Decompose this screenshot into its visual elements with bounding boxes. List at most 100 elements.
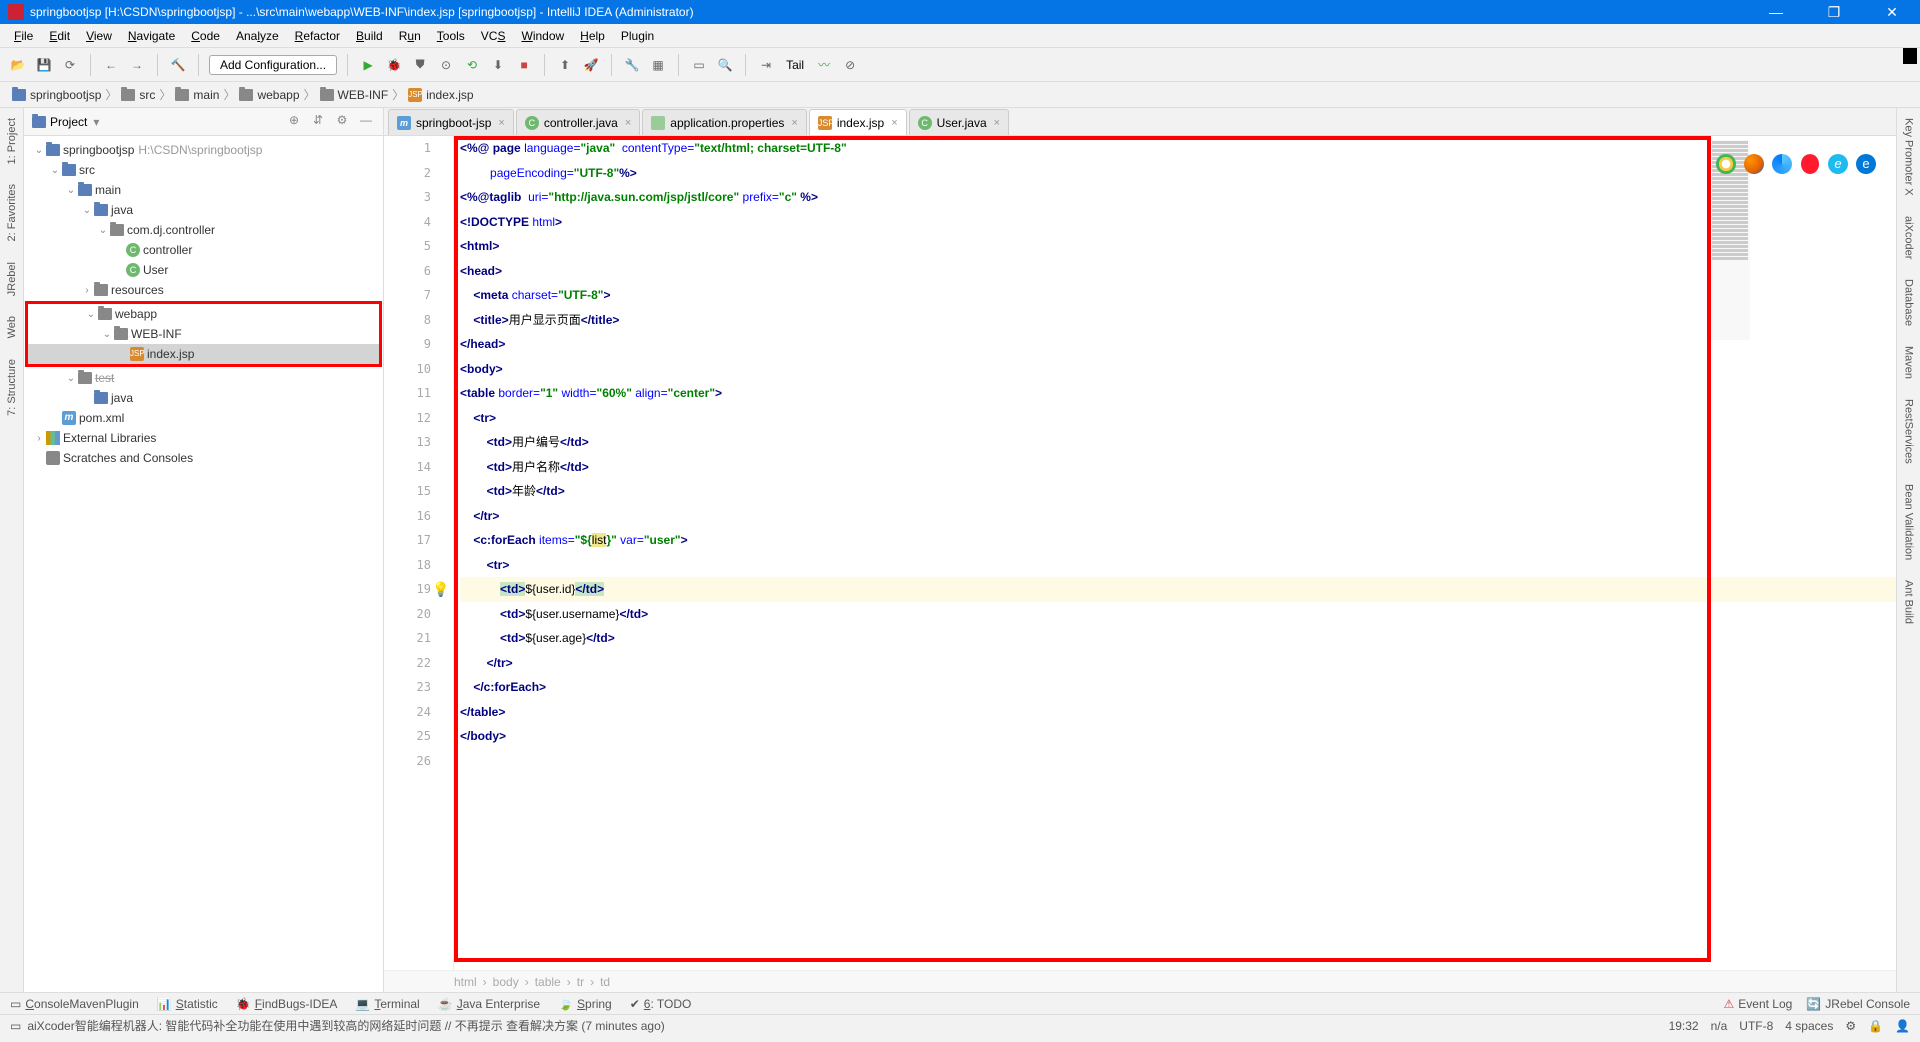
bottom-Java-Enterprise[interactable]: ☕Java Enterprise [438, 997, 540, 1011]
safari-icon[interactable] [1772, 154, 1792, 174]
forward-icon[interactable]: → [127, 55, 147, 75]
menu-file[interactable]: File [8, 27, 39, 45]
debug-icon[interactable]: 🐞 [384, 55, 404, 75]
tab-index.jsp[interactable]: JSPindex.jsp× [809, 109, 907, 135]
menu-code[interactable]: Code [185, 27, 226, 45]
maximize-button[interactable]: ❐ [1814, 4, 1854, 21]
gear-icon[interactable]: ⚙ [1845, 1019, 1856, 1033]
tab-application.properties[interactable]: application.properties× [642, 109, 807, 135]
code-crumb-body[interactable]: body [493, 975, 519, 989]
firefox-icon[interactable] [1744, 154, 1764, 174]
intention-bulb-icon[interactable]: 💡 [432, 581, 448, 597]
menu-navigate[interactable]: Navigate [122, 27, 181, 45]
right-tab-RestServices[interactable]: RestServices [1903, 389, 1915, 474]
bottom-ConsoleMavenPlugin[interactable]: ▭ConsoleMavenPlugin [10, 997, 139, 1011]
code-lines[interactable]: <%@ page language="java" contentType="te… [460, 136, 1896, 970]
bottom-6-TODO[interactable]: ✔6: TODO [630, 997, 692, 1011]
right-tab-Ant-Build[interactable]: Ant Build [1903, 570, 1915, 634]
tab-close-icon[interactable]: × [625, 117, 631, 129]
bottom-Event-Log[interactable]: ⚠Event Log [1724, 997, 1793, 1011]
back-icon[interactable]: ← [101, 55, 121, 75]
menu-edit[interactable]: Edit [43, 27, 76, 45]
tree-item-controller[interactable]: Ccontroller [24, 240, 383, 260]
menu-window[interactable]: Window [515, 27, 570, 45]
block-icon[interactable]: ⊘ [840, 55, 860, 75]
chrome-icon[interactable] [1716, 154, 1736, 174]
tree-item-User[interactable]: CUser [24, 260, 383, 280]
tab-User.java[interactable]: CUser.java× [909, 109, 1009, 135]
settings-icon[interactable]: ⚙ [333, 113, 351, 131]
right-tab-aiXcoder[interactable]: aiXcoder [1903, 206, 1915, 269]
wrench-icon[interactable]: 🔧 [622, 55, 642, 75]
rocket-icon[interactable]: 🚀 [581, 55, 601, 75]
status-encoding[interactable]: UTF-8 [1739, 1019, 1773, 1033]
tab-close-icon[interactable]: × [994, 117, 1000, 129]
code-crumb-tr[interactable]: tr [577, 975, 584, 989]
stop-icon[interactable]: ■ [514, 55, 534, 75]
menu-tools[interactable]: Tools [431, 27, 471, 45]
save-icon[interactable]: 💾 [34, 55, 54, 75]
menu-plugin[interactable]: Plugin [615, 27, 660, 45]
ie-icon[interactable]: e [1828, 154, 1848, 174]
right-tab-Bean-Validation[interactable]: Bean Validation [1903, 474, 1915, 570]
rerun-icon[interactable]: ⟲ [462, 55, 482, 75]
tab-springboot-jsp[interactable]: mspringboot-jsp× [388, 109, 514, 135]
menu-refactor[interactable]: Refactor [289, 27, 346, 45]
pulse-icon[interactable]: 〰 [814, 55, 834, 75]
tree-item-src[interactable]: ⌄src [24, 160, 383, 180]
collapse-icon[interactable]: ⇵ [309, 113, 327, 131]
left-tab-Web[interactable]: Web [6, 306, 18, 348]
edge-icon[interactable]: e [1856, 154, 1876, 174]
right-tab-Key-Promoter-X[interactable]: Key Promoter X [1903, 108, 1915, 206]
menu-vcs[interactable]: VCS [475, 27, 512, 45]
chevron-down-icon[interactable]: ▾ [93, 115, 99, 129]
left-tab-1-Project[interactable]: 1: Project [6, 108, 18, 174]
bottom-Terminal[interactable]: 💻Terminal [355, 997, 419, 1011]
code-editor[interactable]: 1234567891011121314151617181920212223242… [384, 136, 1896, 970]
breadcrumb-webapp[interactable]: webapp [237, 88, 301, 102]
left-tab-2-Favorites[interactable]: 2: Favorites [6, 174, 18, 251]
deploy-icon[interactable]: ⬆ [555, 55, 575, 75]
tree-item-Scratches and Consoles[interactable]: Scratches and Consoles [24, 448, 383, 468]
hammer-icon[interactable]: 🔨 [168, 55, 188, 75]
tab-close-icon[interactable]: × [891, 117, 897, 129]
code-crumb-table[interactable]: table [535, 975, 561, 989]
status-indent[interactable]: 4 spaces [1785, 1019, 1833, 1033]
locate-icon[interactable]: ⊕ [285, 113, 303, 131]
breadcrumb-WEB-INF[interactable]: WEB-INF [318, 88, 391, 102]
refresh-icon[interactable]: ⟳ [60, 55, 80, 75]
code-crumb-td[interactable]: td [600, 975, 610, 989]
right-tab-Database[interactable]: Database [1903, 269, 1915, 336]
tree-item-External Libraries[interactable]: ›External Libraries [24, 428, 383, 448]
menu-run[interactable]: Run [393, 27, 427, 45]
bottom-Spring[interactable]: 🍃Spring [558, 997, 612, 1011]
menu-build[interactable]: Build [350, 27, 389, 45]
right-tab-Maven[interactable]: Maven [1903, 336, 1915, 389]
close-button[interactable]: ✕ [1872, 4, 1912, 21]
shell-icon[interactable]: ▭ [689, 55, 709, 75]
add-configuration-button[interactable]: Add Configuration... [209, 55, 337, 75]
bottom-Statistic[interactable]: 📊Statistic [157, 997, 218, 1011]
tree-item-resources[interactable]: ›resources [24, 280, 383, 300]
search-icon[interactable]: 🔍 [715, 55, 735, 75]
open-icon[interactable]: 📂 [8, 55, 28, 75]
lock-icon[interactable]: 🔒 [1868, 1019, 1883, 1033]
left-tab-JRebel[interactable]: JRebel [6, 252, 18, 306]
tree-item-WEB-INF[interactable]: ⌄WEB-INF [28, 324, 379, 344]
tree-item-java[interactable]: java [24, 388, 383, 408]
tree-item-pom.xml[interactable]: mpom.xml [24, 408, 383, 428]
structure-icon[interactable]: ▦ [648, 55, 668, 75]
run-icon[interactable]: ▶ [358, 55, 378, 75]
tree-item-com.dj.controller[interactable]: ⌄com.dj.controller [24, 220, 383, 240]
attach-icon[interactable]: ⬇ [488, 55, 508, 75]
code-crumb-html[interactable]: html [454, 975, 477, 989]
tree-item-java[interactable]: ⌄java [24, 200, 383, 220]
filter-icon[interactable]: ⇥ [756, 55, 776, 75]
breadcrumb-main[interactable]: main [173, 88, 221, 102]
breadcrumb-index.jsp[interactable]: JSPindex.jsp [406, 88, 475, 102]
menu-view[interactable]: View [80, 27, 118, 45]
profile-icon[interactable]: ⊙ [436, 55, 456, 75]
tree-item-springbootjsp[interactable]: ⌄springbootjspH:\CSDN\springbootjsp [24, 140, 383, 160]
tab-close-icon[interactable]: × [791, 117, 797, 129]
menu-help[interactable]: Help [574, 27, 611, 45]
